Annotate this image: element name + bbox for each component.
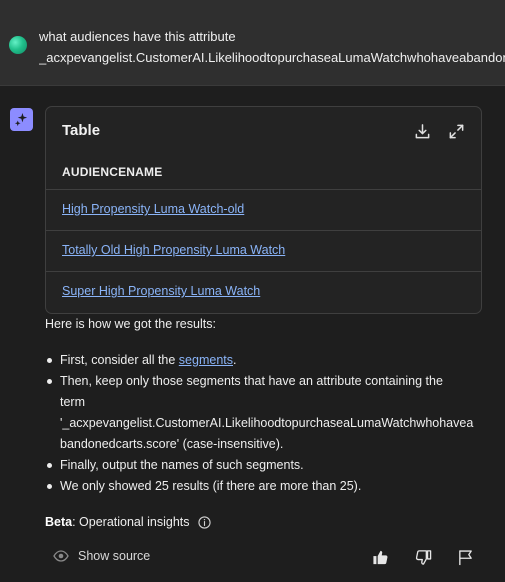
flag-icon[interactable] (456, 548, 474, 566)
result-table-card: Table AUDIENCENAME High Propensity Luma … (45, 106, 482, 314)
audience-link[interactable]: High Propensity Luma Watch-old (62, 202, 244, 216)
eye-icon (53, 548, 69, 564)
user-avatar-icon (9, 36, 27, 54)
thumbs-down-icon[interactable] (414, 548, 432, 566)
thumbs-up-icon[interactable] (371, 548, 389, 566)
list-item: Finally, output the names of such segmen… (45, 455, 485, 476)
beta-label: Beta (45, 515, 73, 529)
ai-sparkle-icon (10, 108, 33, 131)
explanation-list: First, consider all the segments. Then, … (45, 350, 485, 497)
bullet-2-line-3: '_acxpevangelist.CustomerAI.Likelihoodto… (60, 416, 474, 430)
bullet-3-text: Finally, output the names of such segmen… (60, 458, 304, 472)
beta-text: : Operational insights (72, 515, 190, 529)
bullet-2-line-1: Then, keep only those segments that have… (60, 374, 443, 388)
list-item: We only showed 25 results (if there are … (45, 476, 485, 497)
list-item: Then, keep only those segments that have… (45, 371, 485, 455)
query-line-1: what audiences have this attribute (39, 29, 236, 44)
user-query: what audiences have this attribute _acxp… (0, 0, 505, 86)
table-title: Table (62, 122, 101, 139)
bullet-4-text: We only showed 25 results (if there are … (60, 479, 362, 493)
audience-link[interactable]: Totally Old High Propensity Luma Watch (62, 243, 285, 257)
list-item: First, consider all the segments. (45, 350, 485, 371)
download-icon[interactable] (412, 121, 432, 141)
expand-icon[interactable] (446, 121, 466, 141)
query-text: what audiences have this attribute _acxp… (39, 26, 505, 68)
explanation-heading: Here is how we got the results: (45, 317, 216, 331)
table-row: Super High Propensity Luma Watch (46, 271, 481, 312)
segments-link[interactable]: segments (179, 353, 233, 367)
show-source-button[interactable]: Show source (53, 548, 150, 564)
table-row: High Propensity Luma Watch-old (46, 189, 481, 230)
bullet-2-line-2: term (60, 395, 85, 409)
query-line-2: _acxpevangelist.CustomerAI.Likelihoodtop… (39, 50, 505, 65)
bullet-1-suffix: . (233, 353, 237, 367)
table-row: Totally Old High Propensity Luma Watch (46, 230, 481, 271)
bullet-1-prefix: First, consider all the (60, 353, 179, 367)
column-header-audiencename: AUDIENCENAME (62, 165, 163, 179)
audience-link[interactable]: Super High Propensity Luma Watch (62, 284, 260, 298)
info-icon[interactable] (197, 515, 211, 529)
bullet-2-line-4: bandonedcarts.score' (case-insensitive). (60, 437, 284, 451)
beta-operational-insights: Beta: Operational insights (45, 515, 211, 529)
show-source-label: Show source (78, 549, 151, 563)
